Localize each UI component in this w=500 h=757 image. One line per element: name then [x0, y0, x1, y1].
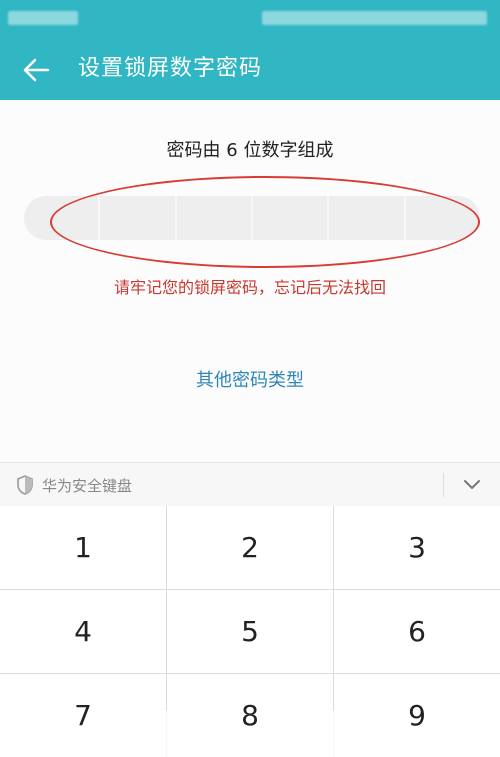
pin-digit-slot: [100, 196, 177, 240]
pin-input-field[interactable]: [24, 196, 480, 240]
keyboard-toolbar: 华为安全键盘: [0, 462, 500, 507]
key-2[interactable]: 2: [167, 506, 333, 589]
page-title: 设置锁屏数字密码: [78, 56, 263, 81]
warning-text: 请牢记您的锁屏密码，忘记后无法找回: [113, 278, 386, 297]
pin-instruction: 密码由 6 位数字组成: [166, 140, 334, 161]
status-bar-left-blurred: [8, 11, 78, 25]
status-bar: [0, 0, 500, 38]
pin-setup-content: 密码由 6 位数字组成 请牢记您的锁屏密码，忘记后无法找回 其他密码类型: [0, 100, 500, 462]
pin-digit-slot: [24, 196, 101, 240]
key-9[interactable]: 9: [334, 674, 500, 757]
pin-digit-slot: [406, 196, 480, 240]
status-bar-right-blurred: [262, 11, 487, 25]
keyboard-title: 华为安全键盘: [42, 477, 133, 495]
pin-digit-slot: [177, 196, 253, 240]
key-6[interactable]: 6: [334, 590, 500, 673]
arrow-left-icon: [23, 58, 50, 82]
toolbar-divider: [443, 473, 444, 497]
key-7[interactable]: 7: [0, 674, 166, 757]
app-header: 设置锁屏数字密码: [0, 38, 500, 100]
key-5[interactable]: 5: [167, 590, 333, 673]
key-1[interactable]: 1: [0, 506, 166, 589]
collapse-keyboard-button[interactable]: [452, 471, 492, 499]
chevron-down-icon: [464, 480, 480, 489]
numeric-keypad: 1 2 3 4 5 6 7 8 9: [0, 506, 500, 757]
pin-digit-slot: [329, 196, 406, 240]
key-4[interactable]: 4: [0, 590, 166, 673]
back-button[interactable]: [18, 50, 58, 90]
key-8[interactable]: 8: [167, 674, 333, 757]
pin-digit-slot: [253, 196, 330, 240]
key-3[interactable]: 3: [334, 506, 500, 589]
other-password-types-link[interactable]: 其他密码类型: [0, 366, 500, 392]
shield-icon: [17, 475, 33, 495]
